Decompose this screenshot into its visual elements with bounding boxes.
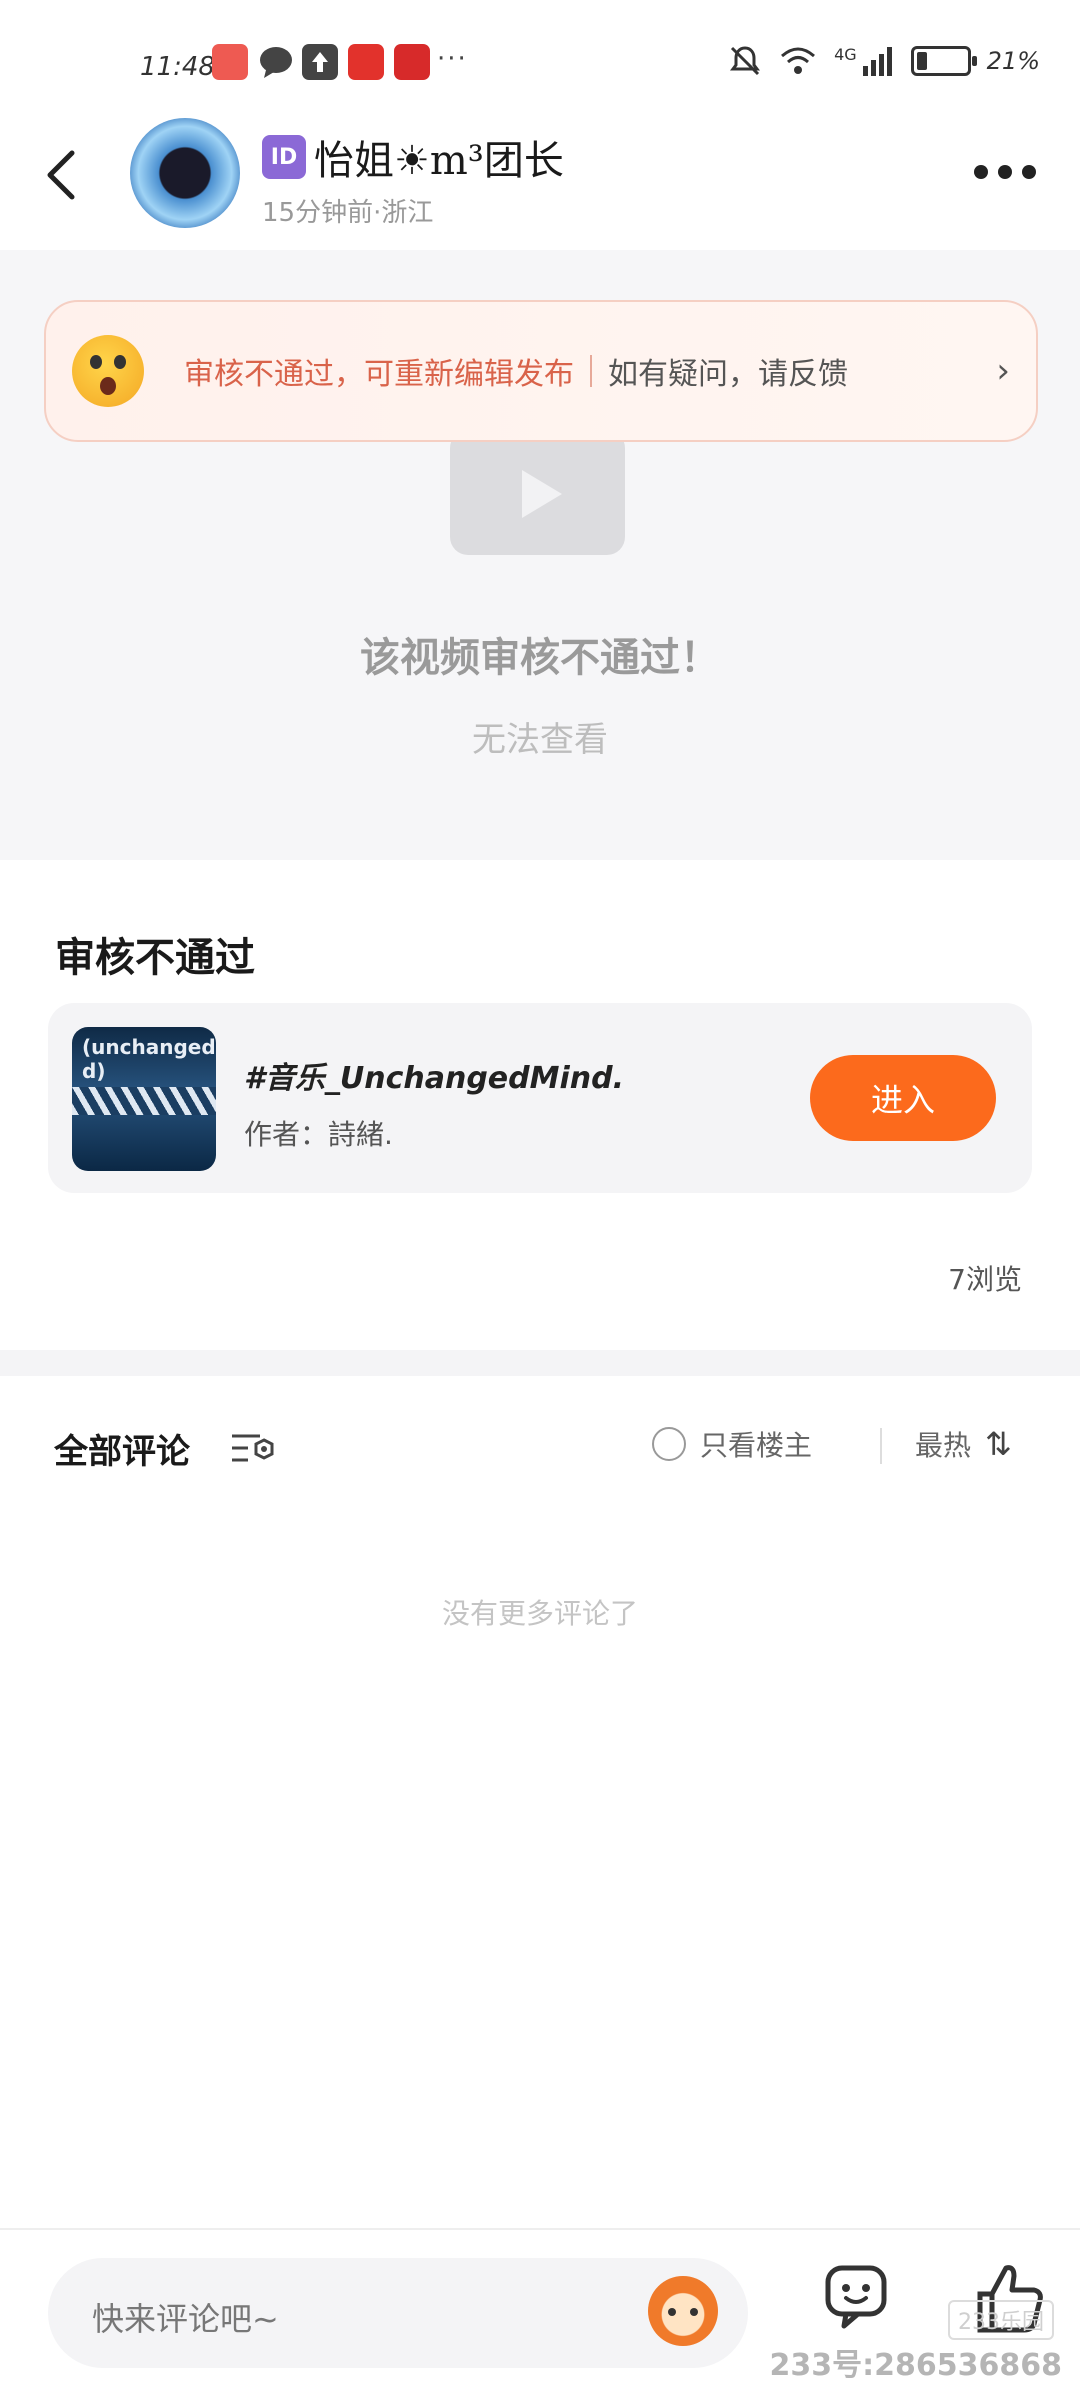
sort-label: 最热 <box>915 1429 972 1462</box>
radio-button[interactable] <box>652 1427 686 1461</box>
post-title: 审核不通过 <box>55 934 255 981</box>
mascot-emoji-icon[interactable] <box>648 2276 718 2346</box>
back-button[interactable] <box>44 145 94 205</box>
comments-header: 全部评论 只看楼主 最热 ⇅ <box>0 1410 1080 1480</box>
enter-button[interactable]: 进入 <box>810 1055 996 1141</box>
comment-icon[interactable] <box>822 2262 892 2332</box>
battery-icon <box>910 46 977 76</box>
sort-button[interactable]: 最热 ⇅ <box>915 1424 1012 1464</box>
status-time: 11:48 <box>140 52 215 82</box>
video-placeholder-icon <box>450 430 625 555</box>
music-title: #音乐_UnchangedMind. <box>244 1061 624 1096</box>
taobao-icon <box>348 44 384 80</box>
wifi-icon <box>781 47 816 74</box>
battery-percent: 21% <box>986 47 1040 75</box>
notice-feedback-text: 如有疑问，请反馈 <box>608 357 848 392</box>
only-owner-toggle[interactable]: 只看楼主 <box>652 1424 812 1464</box>
shocked-emoji-icon <box>72 335 144 407</box>
video-rejected-subtitle: 无法查看 <box>472 720 608 760</box>
status-right: 4G 21% <box>728 44 1040 78</box>
sort-icon: ⇅ <box>985 1425 1012 1463</box>
game-icon <box>394 44 430 80</box>
more-options-button[interactable] <box>974 165 1036 179</box>
signal-icon <box>862 47 892 76</box>
post-meta: 15分钟前·浙江 <box>262 198 434 228</box>
post-header: ID 怡姐☀m³团长 15分钟前·浙江 <box>0 100 1080 250</box>
comments-title: 全部评论 <box>54 1432 190 1472</box>
music-cover-image: (unchangedM d) <box>72 1027 216 1171</box>
upload-arrow-icon <box>302 44 338 80</box>
comment-placeholder: 快来评论吧~ <box>92 2300 279 2338</box>
only-owner-label: 只看楼主 <box>700 1429 813 1462</box>
review-notice-banner[interactable]: 审核不通过，可重新编辑发布 如有疑问，请反馈 › <box>44 300 1038 442</box>
chevron-right-icon: › <box>996 351 1010 391</box>
username[interactable]: 怡姐☀m³团长 <box>314 128 564 186</box>
id-badge: ID <box>262 135 306 179</box>
watermark-badge: 233乐园 <box>948 2300 1054 2340</box>
huawei-app-icon <box>212 44 248 80</box>
notice-main-text: 审核不通过，可重新编辑发布 <box>184 357 574 392</box>
notice-divider <box>590 355 592 387</box>
avatar[interactable] <box>130 118 240 228</box>
music-card[interactable]: (unchangedM d) #音乐_UnchangedMind. 作者：詩緒.… <box>48 1003 1032 1193</box>
bottom-bar-divider <box>0 2228 1080 2230</box>
music-author: 作者：詩緒. <box>244 1118 393 1151</box>
empty-comments-text: 没有更多评论了 <box>441 1597 638 1630</box>
view-count: 7浏览 <box>948 1263 1022 1296</box>
cover-text: (unchangedM d) <box>82 1035 216 1083</box>
chevron-left-icon <box>47 150 75 200</box>
filter-icon[interactable] <box>230 1430 278 1466</box>
watermark-id: 233号:286536868 <box>769 2348 1063 2383</box>
status-more-icon: ··· <box>437 44 468 74</box>
username-row: ID 怡姐☀m³团长 <box>262 128 564 186</box>
section-divider <box>0 1350 1080 1376</box>
chat-bubble-icon <box>258 44 294 80</box>
video-rejected-title: 该视频审核不通过！ <box>360 635 720 681</box>
header-divider <box>880 1428 882 1464</box>
network-type: 4G <box>834 44 857 64</box>
mute-bell-icon <box>730 46 761 76</box>
comment-input[interactable]: 快来评论吧~ <box>48 2258 748 2368</box>
